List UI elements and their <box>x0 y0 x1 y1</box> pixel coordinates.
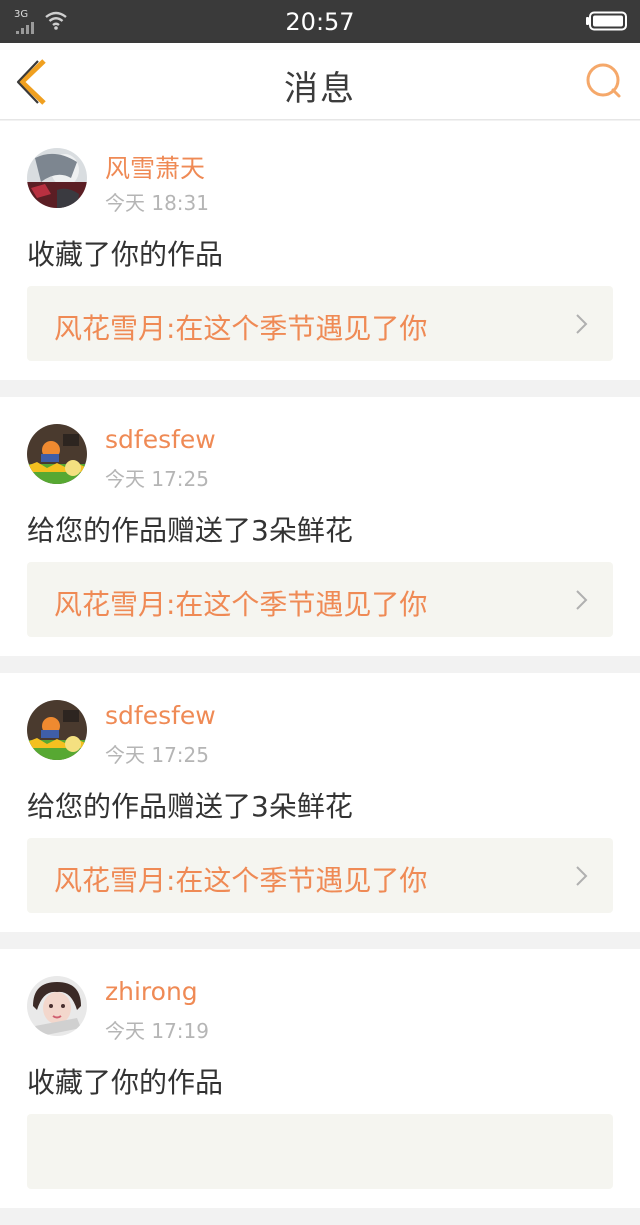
work-title: 风花雪月:在这个季节遇见了你 <box>54 312 428 345</box>
username[interactable]: 风雪萧天 <box>105 149 205 185</box>
username[interactable]: sdfesfew <box>105 425 216 454</box>
search-icon[interactable] <box>584 61 624 101</box>
clock: 20:57 <box>285 8 355 36</box>
work-link[interactable] <box>27 1114 613 1189</box>
message-time: 今天 18:31 <box>105 191 209 215</box>
user-avatar[interactable] <box>27 700 87 760</box>
work-link[interactable]: 风花雪月:在这个季节遇见了你 <box>27 286 613 361</box>
message-card: sdfesfew 今天 17:25 给您的作品赠送了3朵鲜花 风花雪月:在这个季… <box>0 397 640 656</box>
message-action: 给您的作品赠送了3朵鲜花 <box>27 514 353 547</box>
message-card: zhirong 今天 17:19 收藏了你的作品 <box>0 949 640 1208</box>
work-link[interactable]: 风花雪月:在这个季节遇见了你 <box>27 562 613 637</box>
chevron-right-icon <box>576 590 588 610</box>
chevron-right-icon <box>576 866 588 886</box>
message-time: 今天 17:19 <box>105 1019 209 1043</box>
user-avatar[interactable] <box>27 424 87 484</box>
message-action: 收藏了你的作品 <box>27 1066 224 1099</box>
page-title: 消息 <box>284 69 356 109</box>
work-link[interactable]: 风花雪月:在这个季节遇见了你 <box>27 838 613 913</box>
work-title: 风花雪月:在这个季节遇见了你 <box>54 588 428 621</box>
username[interactable]: zhirong <box>105 977 198 1006</box>
battery-icon <box>586 11 627 31</box>
work-title: 风花雪月:在这个季节遇见了你 <box>54 864 428 897</box>
status-bar: 3G 20:57 <box>0 0 640 43</box>
username[interactable]: sdfesfew <box>105 701 216 730</box>
message-time: 今天 17:25 <box>105 743 209 767</box>
message-list: 风雪萧天 今天 18:31 收藏了你的作品 风花雪月:在这个季节遇见了你 sdf… <box>0 121 640 1225</box>
message-action: 收藏了你的作品 <box>27 238 224 271</box>
user-avatar[interactable] <box>27 148 87 208</box>
chevron-right-icon <box>576 314 588 334</box>
message-time: 今天 17:25 <box>105 467 209 491</box>
message-card: sdfesfew 今天 17:25 给您的作品赠送了3朵鲜花 风花雪月:在这个季… <box>0 673 640 932</box>
message-action: 给您的作品赠送了3朵鲜花 <box>27 790 353 823</box>
user-avatar[interactable] <box>27 976 87 1036</box>
message-card: 风雪萧天 今天 18:31 收藏了你的作品 风花雪月:在这个季节遇见了你 <box>0 121 640 380</box>
nav-bar: 消息 <box>0 43 640 120</box>
